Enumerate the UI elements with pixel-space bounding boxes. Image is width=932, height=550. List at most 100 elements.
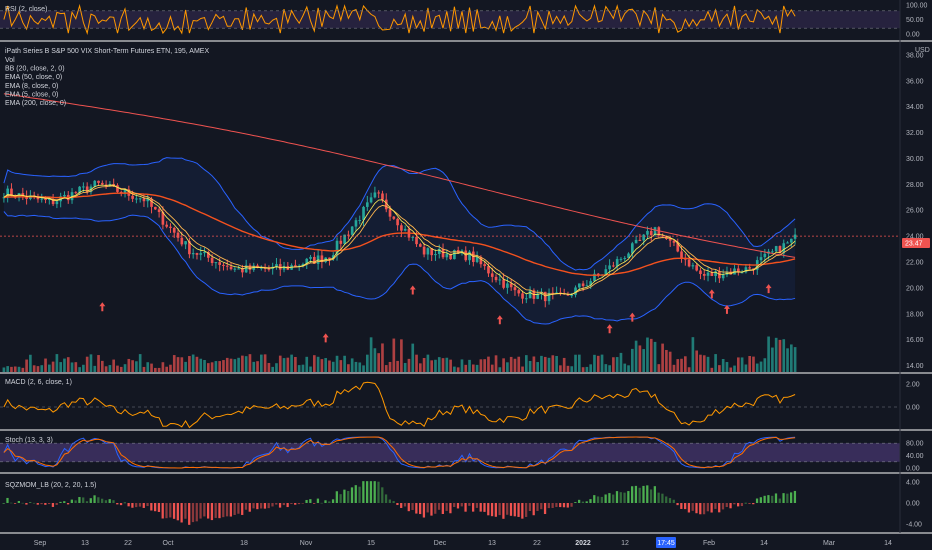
sqzmom-bar [441, 503, 444, 515]
candle-body [365, 202, 369, 207]
candle-body [642, 234, 646, 241]
legend-item: Vol [5, 57, 15, 64]
sqzmom-bar [506, 503, 509, 515]
volume-bar [456, 367, 460, 372]
volume-bar [32, 365, 36, 372]
sqzmom-bar [309, 499, 312, 503]
volume-bar [540, 355, 543, 372]
candle-body [619, 258, 623, 260]
price-axis-label: 16.00 [906, 337, 924, 344]
trading-chart[interactable]: RSI (2, close) iPath Series B S&P 500 VI… [0, 0, 932, 550]
volume-bar [44, 358, 47, 372]
candle-body [222, 264, 225, 266]
sqzmom-bar [612, 494, 615, 503]
volume-bar [157, 367, 161, 372]
sqzmom-bar [680, 503, 683, 509]
candle-body [422, 246, 426, 255]
candle-body [116, 185, 119, 192]
volume-bar [93, 365, 97, 372]
volume-bar [585, 366, 589, 372]
sqzmom-bar [487, 503, 490, 516]
candle-body [494, 276, 498, 281]
volume-bar [668, 351, 672, 372]
volume-bar [710, 367, 714, 372]
volume-bar [774, 337, 778, 372]
date-axis-label: Oct [163, 540, 174, 547]
sqzmom-bar [70, 499, 73, 503]
candle-body [759, 257, 763, 261]
sqzmom-bar [275, 503, 278, 505]
volume-bar [506, 362, 509, 372]
sqzmom-bar [324, 500, 327, 503]
candle-body [793, 234, 797, 239]
sqzmom-bar [710, 503, 713, 513]
volume-bar [335, 355, 339, 372]
volume-bar [736, 357, 740, 372]
candle-body [521, 293, 524, 299]
sqzmom-bar [85, 501, 89, 503]
volume-bar [653, 341, 657, 372]
sqzmom-axis-label: 4.00 [906, 480, 920, 487]
sqzmom-bar [642, 485, 645, 503]
volume-bar [638, 345, 642, 372]
volume-bar [513, 358, 517, 372]
volume-bar [615, 357, 619, 372]
volume-bar [271, 366, 275, 372]
sqzmom-bar [755, 498, 759, 503]
candle-body [570, 294, 574, 296]
volume-bar [222, 360, 225, 372]
candle-body [634, 239, 638, 244]
sqzmom-bar [449, 503, 452, 514]
sqzmom-bar [422, 503, 426, 518]
sqzmom-bar [21, 502, 24, 504]
sqzmom-bar [6, 497, 9, 503]
volume-bar [759, 361, 763, 372]
sqzmom-bar [547, 503, 550, 509]
sqzmom-bar [135, 503, 138, 508]
sqzmom-bar [150, 503, 153, 511]
candle-body [763, 253, 767, 258]
sqzmom-bar [13, 503, 17, 504]
price-axis-label: 22.00 [906, 260, 924, 267]
candle-body [153, 206, 157, 210]
sqzmom-bar [259, 503, 263, 509]
sqzmom-bar [51, 503, 55, 507]
volume-bar [608, 365, 611, 372]
volume-bar [47, 364, 51, 372]
sqzmom-bar [517, 503, 520, 517]
volume-bar [593, 354, 596, 372]
volume-bar [517, 356, 521, 372]
volume-bar [108, 365, 112, 372]
volume-bar [312, 355, 316, 372]
sqzmom-bar [222, 503, 225, 518]
sqzmom-bar [66, 503, 70, 505]
volume-bar [195, 356, 199, 372]
volume-bar [309, 366, 312, 372]
volume-bar [199, 358, 203, 372]
volume-bar [657, 364, 661, 372]
sqzmom-bar [40, 503, 43, 505]
candle-body [509, 283, 513, 288]
sqzmom-bar [47, 503, 51, 505]
candle-body [233, 268, 237, 270]
sqzmom-bar [294, 503, 297, 505]
volume-bar [256, 361, 259, 372]
candle-body [396, 218, 399, 226]
volume-bar [316, 356, 320, 372]
sqzmom-bar [581, 501, 585, 503]
sqzmom-bar [297, 503, 301, 505]
candle-body [377, 192, 381, 194]
sqzmom-bar [509, 503, 513, 516]
volume-bar [17, 366, 21, 372]
candle-body [176, 232, 180, 238]
volume-bar [733, 365, 736, 372]
volume-bar [793, 347, 797, 372]
volume-bar [460, 359, 464, 372]
volume-bar [718, 365, 721, 372]
volume-bar [687, 367, 691, 372]
sqzmom-bar [536, 503, 539, 511]
sqzmom-bar [767, 495, 770, 503]
legend-item: EMA (50, close, 0) [5, 74, 62, 81]
volume-bar [218, 361, 222, 372]
legend-item: EMA (200, close, 0) [5, 100, 66, 107]
